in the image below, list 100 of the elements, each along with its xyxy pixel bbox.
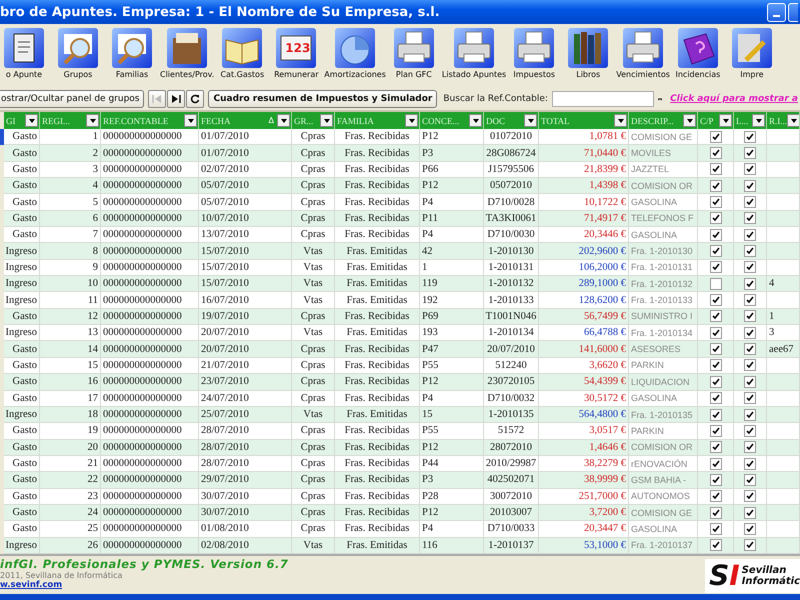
filter-dropdown-button[interactable] xyxy=(719,114,732,127)
checkbox[interactable] xyxy=(744,441,756,454)
row-indicator[interactable] xyxy=(0,129,4,146)
checkbox[interactable] xyxy=(744,180,756,192)
printer-icon xyxy=(623,28,664,68)
search-field[interactable] xyxy=(552,91,654,107)
checkbox[interactable] xyxy=(744,458,756,470)
checkbox[interactable] xyxy=(710,392,722,404)
checkbox[interactable] xyxy=(710,359,722,372)
checkbox[interactable] xyxy=(710,326,722,339)
window-title: bro de Apuntes. Empresa: 1 - El Nombre de Su Empresa, s.l. xyxy=(0,4,440,20)
toolbar-button[interactable]: Clientes/Prov. xyxy=(159,28,216,79)
checkbox[interactable] xyxy=(744,376,756,388)
filter-dropdown-button[interactable] xyxy=(184,114,197,127)
filter-dropdown-button[interactable] xyxy=(683,114,696,127)
checkbox[interactable] xyxy=(710,180,722,192)
summary-button[interactable]: Cuadro resumen de Impuestos y Simulador xyxy=(208,90,438,108)
filter-dropdown-button[interactable] xyxy=(524,114,537,127)
checkbox[interactable] xyxy=(710,539,722,552)
checkbox[interactable] xyxy=(710,458,722,470)
toolbar-button[interactable]: 123 Remunerar xyxy=(269,28,324,79)
checkbox[interactable] xyxy=(710,490,722,502)
checkbox[interactable] xyxy=(744,310,756,322)
filter-dropdown-button[interactable] xyxy=(277,114,290,127)
checkbox[interactable] xyxy=(744,408,756,421)
caret-icon xyxy=(722,118,728,122)
checkbox[interactable] xyxy=(710,441,722,454)
last-record-icon xyxy=(171,94,182,104)
checkbox[interactable] xyxy=(744,245,756,258)
filter-dropdown-button[interactable] xyxy=(787,114,799,127)
checkbox[interactable] xyxy=(744,163,756,176)
checkbox[interactable] xyxy=(710,310,722,322)
filter-dropdown-button[interactable] xyxy=(25,114,38,127)
caret-icon xyxy=(686,118,692,122)
checkbox[interactable] xyxy=(710,261,722,274)
maximize-button[interactable] xyxy=(788,2,798,22)
toolbar-button[interactable]: Grupos xyxy=(51,28,105,79)
checkbox[interactable] xyxy=(710,147,722,160)
minimize-button[interactable] xyxy=(767,2,786,22)
toolbar-button[interactable]: o Apunte xyxy=(0,28,51,79)
checkbox[interactable] xyxy=(710,376,722,388)
checkbox[interactable] xyxy=(710,424,722,437)
nav-button[interactable] xyxy=(186,90,204,108)
toolbar-button[interactable]: Libros xyxy=(561,28,616,79)
toolbar-button[interactable]: Impuestos xyxy=(507,28,562,79)
checkbox[interactable] xyxy=(744,130,756,143)
document-icon xyxy=(4,28,44,68)
nav-button[interactable] xyxy=(167,90,186,108)
checkbox[interactable] xyxy=(710,228,722,241)
filter-dropdown-button[interactable] xyxy=(405,114,418,127)
checkbox[interactable] xyxy=(744,506,756,519)
filter-dropdown-button[interactable] xyxy=(752,114,765,127)
checkbox[interactable] xyxy=(744,343,756,356)
checkbox[interactable] xyxy=(744,359,756,372)
checkbox[interactable] xyxy=(744,522,756,535)
checkbox[interactable] xyxy=(710,506,722,519)
filter-dropdown-button[interactable] xyxy=(86,114,99,127)
checkbox[interactable] xyxy=(744,424,756,437)
checkbox[interactable] xyxy=(744,147,756,160)
filter-dropdown-button[interactable] xyxy=(469,114,482,127)
pie-chart-icon xyxy=(335,28,376,68)
checkbox[interactable] xyxy=(710,130,722,143)
checkbox[interactable] xyxy=(744,228,756,241)
checkbox[interactable] xyxy=(744,490,756,502)
filter-dropdown-button[interactable] xyxy=(614,114,627,127)
toolbar-button[interactable]: Incidencias xyxy=(670,28,725,79)
toolbar-button[interactable]: Familias xyxy=(105,28,159,79)
checkbox[interactable] xyxy=(710,343,722,356)
toolbar-button[interactable]: Plan GFC xyxy=(386,28,441,79)
checkbox[interactable] xyxy=(710,408,722,421)
checkbox[interactable] xyxy=(710,294,722,306)
checkbox[interactable] xyxy=(744,539,756,552)
filter-dropdown-button[interactable] xyxy=(320,114,333,127)
caret-icon xyxy=(756,118,762,122)
toggle-groups-button[interactable]: ostrar/Ocultar panel de grupos xyxy=(0,90,144,108)
counter-digits: 123 xyxy=(285,41,310,55)
checkbox[interactable] xyxy=(710,474,722,486)
toolbar-button[interactable]: Cat.Gastos xyxy=(215,28,270,79)
website-link[interactable]: w.sevinf.com xyxy=(0,580,288,590)
checkbox[interactable] xyxy=(744,278,756,290)
checkbox[interactable] xyxy=(744,392,756,404)
checkbox[interactable] xyxy=(744,326,756,339)
checkbox[interactable] xyxy=(710,212,722,224)
caret-icon xyxy=(528,118,534,122)
checkbox[interactable] xyxy=(710,522,722,535)
checkbox[interactable] xyxy=(744,212,756,224)
checkbox[interactable] xyxy=(710,245,722,258)
toolbar-button[interactable]: Vencimientos xyxy=(615,28,671,79)
caret-icon xyxy=(188,118,194,122)
checkbox[interactable] xyxy=(744,261,756,274)
checkbox[interactable] xyxy=(710,196,722,208)
help-book-icon xyxy=(678,28,718,68)
toolbar-button[interactable]: Impre xyxy=(724,28,779,79)
checkbox[interactable] xyxy=(744,196,756,208)
checkbox[interactable] xyxy=(744,294,756,306)
checkbox[interactable] xyxy=(710,163,722,176)
toolbar-button[interactable]: Listado Apuntes xyxy=(440,28,508,79)
checkbox[interactable] xyxy=(710,278,722,290)
toolbar-button[interactable]: Amortizaciones xyxy=(323,28,387,79)
checkbox[interactable] xyxy=(744,474,756,486)
